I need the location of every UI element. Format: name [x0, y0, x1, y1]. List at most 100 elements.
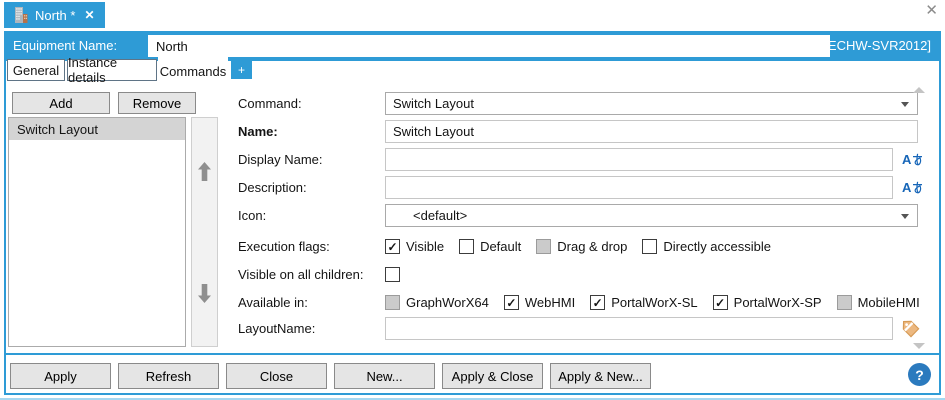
icon-dropdown[interactable]: <default>: [385, 204, 918, 227]
equipment-building-icon: [15, 7, 28, 23]
help-icon[interactable]: ?: [908, 363, 931, 386]
checkbox-drag-drop[interactable]: Drag & drop: [536, 239, 627, 254]
document-tab-close-icon[interactable]: ✕: [84, 8, 94, 22]
localization-icon[interactable]: A: [902, 181, 923, 194]
checkbox-label: MobileHMI: [857, 295, 920, 310]
checkbox-box[interactable]: [642, 239, 658, 254]
checkbox-box[interactable]: [459, 239, 475, 254]
server-badge: [TECHW-SVR2012]: [816, 38, 931, 53]
layout-name-row: LayoutName:: [238, 317, 920, 340]
equipment-name-input[interactable]: [148, 35, 830, 57]
apply-and-new-button[interactable]: Apply & New...: [550, 363, 651, 389]
checkbox-box[interactable]: [503, 295, 519, 310]
command-label: Command:: [238, 96, 302, 111]
checkbox-label: GraphWorX64: [406, 295, 489, 310]
icon-dropdown-value: <default>: [413, 208, 468, 223]
checkbox-default[interactable]: Default: [459, 239, 521, 254]
checkbox-label: PortalWorX-SP: [733, 295, 822, 310]
document-tab-title: North *: [35, 7, 76, 23]
execution-flags-group: Visible Default Drag & drop Directl: [385, 239, 771, 254]
available-in-group: GraphWorX64 WebHMI PortalWorX-SL Po: [385, 295, 920, 310]
available-in-row: Available in: GraphWorX64 WebHMI Port: [238, 291, 920, 314]
display-name-row: Display Name: A: [238, 148, 923, 171]
execution-flags-label: Execution flags:: [238, 239, 330, 254]
list-item-switch-layout[interactable]: Switch Layout: [9, 118, 185, 140]
tab-instance-details-label: Instance details: [68, 55, 118, 85]
checkbox-directly-accessible[interactable]: Directly accessible: [642, 239, 771, 254]
checkbox-portalworx-sp[interactable]: PortalWorX-SP: [712, 295, 822, 310]
checkbox-box[interactable]: [385, 239, 400, 254]
checkbox-visible[interactable]: Visible: [385, 239, 444, 254]
commands-tab-content: Add Remove Switch Layout Command: Switch…: [6, 84, 939, 353]
close-button[interactable]: Close: [226, 363, 327, 389]
checkbox-box[interactable]: [536, 239, 552, 254]
checkbox-label: WebHMI: [524, 295, 576, 310]
visible-on-all-children-label: Visible on all children:: [238, 267, 364, 282]
description-label: Description:: [238, 180, 307, 195]
footer-button-bar: Apply Refresh Close New... Apply & Close…: [6, 355, 939, 393]
checkbox-label: Drag & drop: [557, 239, 628, 254]
tab-commands[interactable]: Commands: [158, 57, 228, 85]
display-name-input[interactable]: [385, 148, 893, 171]
name-label: Name:: [238, 124, 278, 139]
name-input[interactable]: [385, 120, 918, 143]
add-tab-button[interactable]: +: [231, 60, 252, 79]
layout-name-label: LayoutName:: [238, 321, 316, 336]
commands-list[interactable]: Switch Layout: [8, 117, 186, 347]
description-row: Description: A: [238, 176, 923, 199]
chevron-down-icon: [901, 214, 909, 219]
apply-and-close-button[interactable]: Apply & Close: [442, 363, 543, 389]
execution-flags-row: Execution flags: Visible Default Drag: [238, 235, 771, 258]
apply-button[interactable]: Apply: [10, 363, 111, 389]
checkbox-label: Visible: [406, 239, 445, 254]
pane-close-icon[interactable]: ✕: [925, 3, 938, 18]
refresh-button[interactable]: Refresh: [118, 363, 219, 389]
checkbox-box[interactable]: [385, 267, 400, 282]
add-command-button[interactable]: Add: [12, 92, 110, 114]
command-form: Command: Switch Layout Name: Display Nam…: [238, 84, 939, 353]
name-row: Name:: [238, 120, 918, 143]
checkbox-graphworx64[interactable]: GraphWorX64: [385, 295, 489, 310]
layout-name-input[interactable]: [385, 317, 893, 340]
icon-row: Icon: <default>: [238, 204, 918, 227]
checkbox-webhmi[interactable]: WebHMI: [503, 295, 576, 310]
display-name-label: Display Name:: [238, 152, 323, 167]
tab-instance-details[interactable]: Instance details: [67, 55, 157, 85]
checkbox-box[interactable]: [836, 295, 852, 310]
equipment-name-label: Equipment Name:: [13, 38, 118, 53]
reorder-strip: [191, 117, 218, 347]
add-tab-plus-icon: +: [237, 62, 245, 77]
tab-general-label: General: [12, 62, 60, 78]
checkbox-visible-on-all-children[interactable]: [385, 267, 400, 282]
description-input[interactable]: [385, 176, 893, 199]
chevron-down-icon: [901, 102, 909, 107]
checkbox-box[interactable]: [590, 295, 606, 310]
scroll-down-indicator[interactable]: [913, 343, 925, 349]
move-up-icon[interactable]: [198, 161, 211, 181]
checkbox-label: PortalWorX-SL: [611, 295, 698, 310]
document-tab-north[interactable]: North * ✕: [4, 2, 105, 28]
editor-window: Equipment Name: [TECHW-SVR2012] General …: [4, 31, 941, 395]
remove-command-button[interactable]: Remove: [118, 92, 196, 114]
available-in-label: Available in:: [238, 295, 308, 310]
checkbox-box[interactable]: [385, 295, 400, 310]
tab-commands-label: Commands: [159, 63, 227, 79]
list-item-label: Switch Layout: [17, 121, 98, 137]
icon-label: Icon:: [238, 208, 267, 223]
visible-on-all-children-row: Visible on all children:: [238, 263, 400, 286]
checkbox-box[interactable]: [712, 295, 728, 310]
move-down-icon[interactable]: [198, 283, 211, 303]
tab-general[interactable]: General: [7, 59, 65, 81]
command-dropdown[interactable]: Switch Layout: [385, 92, 918, 115]
checkbox-label: Default: [480, 239, 522, 254]
checkbox-mobilehmi[interactable]: MobileHMI: [836, 295, 920, 310]
checkbox-label: Directly accessible: [663, 239, 772, 254]
scroll-up-indicator[interactable]: [913, 87, 925, 93]
new-button[interactable]: New...: [334, 363, 435, 389]
command-row: Command: Switch Layout: [238, 92, 918, 115]
workbench-equipment-editor: North * ✕ ✕ Equipment Name: [TECHW-SVR20…: [0, 0, 945, 400]
tag-icon[interactable]: [902, 320, 920, 338]
checkbox-portalworx-sl[interactable]: PortalWorX-SL: [590, 295, 698, 310]
localization-icon[interactable]: A: [902, 153, 923, 166]
command-dropdown-value: Switch Layout: [393, 96, 474, 111]
